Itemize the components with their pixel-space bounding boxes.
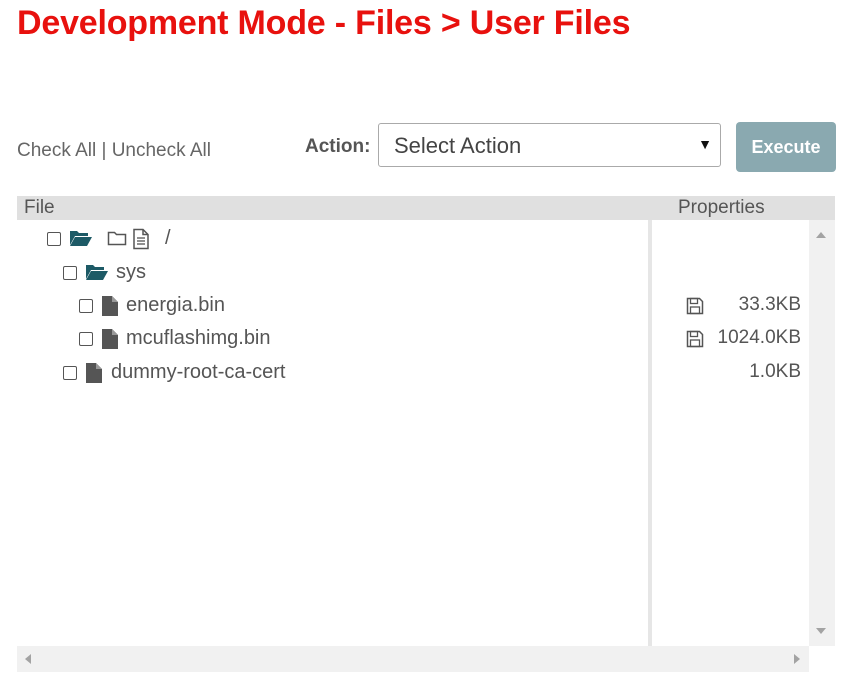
row-checkbox[interactable] [79,299,93,313]
floppy-disk-icon[interactable] [686,330,704,354]
row-name[interactable]: sys [116,261,146,284]
check-links: Check All | Uncheck All [17,140,211,162]
file-table-header: File Properties [17,196,835,220]
folder-open-icon [85,262,109,288]
uncheck-all-link[interactable]: Uncheck All [112,140,211,161]
row-size: 1.0KB [749,361,801,382]
tree-row-sys[interactable]: sys [17,260,809,290]
action-select[interactable]: Select Action ▼ [378,123,721,167]
row-name[interactable]: dummy-root-ca-cert [111,361,285,384]
floppy-disk-icon[interactable] [686,297,704,321]
page-title: Development Mode - Files > User Files [17,4,631,42]
file-icon [101,328,119,356]
check-all-link[interactable]: Check All [17,140,96,161]
action-select-value: Select Action [394,133,522,158]
row-checkbox[interactable] [63,266,77,280]
folder-outline-icon[interactable] [107,228,127,254]
row-size: 33.3KB [738,294,801,315]
link-separator: | [101,140,107,161]
row-checkbox[interactable] [63,366,77,380]
action-label: Action: [305,136,371,157]
scroll-up-icon[interactable] [816,232,826,238]
horizontal-scrollbar[interactable] [17,646,809,672]
scroll-left-icon[interactable] [25,654,31,664]
file-icon [85,362,103,390]
scroll-right-icon[interactable] [794,654,800,664]
dropdown-arrow-icon: ▼ [698,136,712,152]
tree-row-mcuflashimg-bin[interactable]: mcuflashimg.bin 1024.0KB [17,326,809,356]
tree-row-energia-bin[interactable]: energia.bin 33.3KB [17,293,809,323]
folder-open-icon [69,228,93,254]
column-header-file[interactable]: File [24,197,55,219]
execute-button[interactable]: Execute [736,122,836,172]
row-checkbox[interactable] [79,332,93,346]
vertical-scrollbar[interactable] [809,220,835,646]
column-header-properties[interactable]: Properties [678,197,765,219]
row-name[interactable]: energia.bin [126,294,225,317]
tree-row-dummy-root-ca-cert[interactable]: dummy-root-ca-cert 1.0KB [17,360,809,390]
row-name[interactable]: mcuflashimg.bin [126,327,271,350]
row-name[interactable]: / [165,227,171,250]
file-text-icon[interactable] [131,228,151,256]
tree-row-root[interactable]: / [17,226,809,256]
scroll-down-icon[interactable] [816,628,826,634]
file-icon [101,295,119,323]
row-size: 1024.0KB [717,327,801,348]
row-checkbox[interactable] [47,232,61,246]
